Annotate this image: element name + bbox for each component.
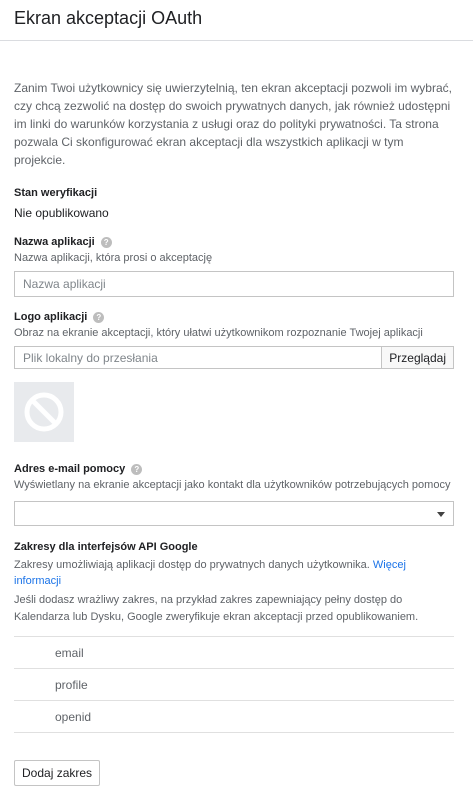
help-icon[interactable]: ? — [131, 463, 143, 475]
scope-row-openid: openid — [14, 701, 454, 733]
scopes-label: Zakresy dla interfejsów API Google — [14, 541, 198, 553]
support-email-label: Adres e-mail pomocy ? — [14, 462, 454, 476]
app-logo-section: Logo aplikacji ? Obraz na ekranie akcept… — [14, 310, 454, 442]
verification-value: Nie opublikowano — [14, 206, 109, 220]
file-upload-row: Przeglądaj — [14, 346, 454, 369]
scope-row-email: email — [14, 637, 454, 669]
scope-name: openid — [55, 709, 92, 724]
help-icon[interactable]: ? — [100, 236, 112, 248]
app-logo-label: Logo aplikacji ? — [14, 310, 454, 324]
dropdown-arrow-icon — [437, 512, 445, 517]
app-name-label-text: Nazwa aplikacji — [14, 236, 95, 248]
scope-list: email profile openid — [14, 636, 454, 733]
support-email-label-text: Adres e-mail pomocy — [14, 463, 126, 475]
scope-name: email — [55, 645, 84, 660]
scopes-section: Zakresy dla interfejsów API Google Zakre… — [14, 540, 454, 786]
scopes-description-text: Zakresy umożliwiają aplikacji dostęp do … — [14, 559, 370, 571]
app-name-description: Nazwa aplikacji, która prosi o akceptacj… — [14, 252, 213, 264]
page-title: Ekran akceptacji OAuth — [14, 8, 203, 28]
support-email-section: Adres e-mail pomocy ? Wyświetlany na ekr… — [14, 462, 454, 526]
scopes-description: Zakresy umożliwiają aplikacji dostęp do … — [14, 557, 434, 589]
app-name-label: Nazwa aplikacji ? — [14, 235, 454, 249]
help-icon[interactable]: ? — [93, 311, 105, 323]
main-content: Zanim Twoi użytkownicy się uwierzytelnią… — [0, 79, 473, 786]
app-name-section: Nazwa aplikacji ? Nazwa aplikacji, która… — [14, 235, 454, 297]
support-email-description: Wyświetlany na ekranie akceptacji jako k… — [14, 479, 451, 491]
support-email-select[interactable] — [14, 501, 454, 526]
browse-button[interactable]: Przeglądaj — [381, 346, 454, 369]
app-logo-label-text: Logo aplikacji — [14, 311, 88, 323]
no-image-icon — [24, 392, 64, 432]
scopes-warning: Jeśli dodasz wrażliwy zakres, na przykła… — [14, 594, 419, 623]
verification-section: Stan weryfikacji Nie opublikowano — [14, 186, 454, 221]
app-name-input[interactable] — [14, 271, 454, 297]
verification-label: Stan weryfikacji — [14, 187, 98, 199]
file-path-input[interactable] — [14, 346, 382, 369]
logo-preview — [14, 382, 74, 442]
page-header: Ekran akceptacji OAuth — [0, 0, 473, 41]
scope-row-profile: profile — [14, 669, 454, 701]
add-scope-button[interactable]: Dodaj zakres — [14, 760, 101, 786]
scope-name: profile — [55, 677, 88, 692]
app-logo-description: Obraz na ekranie akceptacji, który ułatw… — [14, 327, 423, 339]
intro-text: Zanim Twoi użytkownicy się uwierzytelnią… — [14, 81, 452, 167]
